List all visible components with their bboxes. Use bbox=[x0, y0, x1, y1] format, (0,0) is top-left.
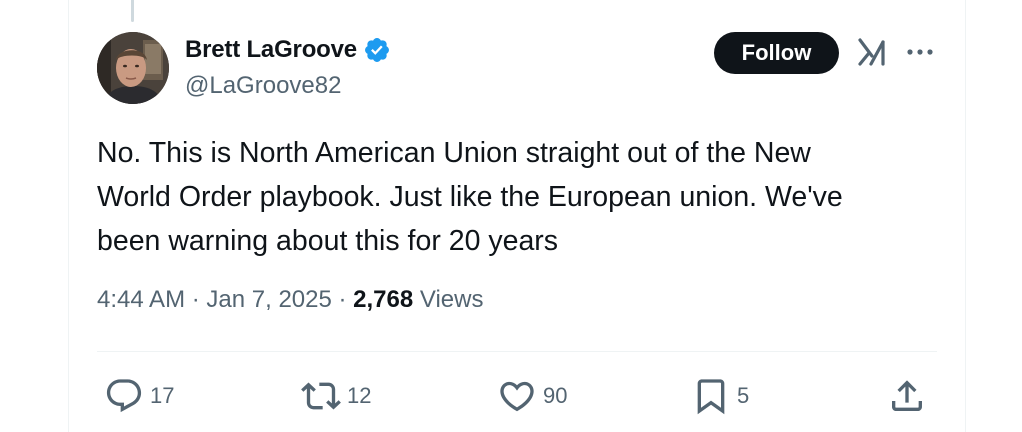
retweet-icon bbox=[301, 382, 341, 410]
timeline-border-left bbox=[68, 0, 69, 432]
reply-icon bbox=[106, 379, 142, 413]
reply-button[interactable]: 17 bbox=[104, 372, 174, 420]
views-count[interactable]: 2,768 bbox=[353, 286, 413, 314]
action-bar: 17 12 90 5 bbox=[0, 372, 1022, 420]
tweet-meta: 4:44 AM · Jan 7, 2025 · 2,768 Views bbox=[97, 286, 483, 314]
author-handle[interactable]: @LaGroove82 bbox=[185, 72, 341, 100]
retweet-button[interactable]: 12 bbox=[301, 372, 371, 420]
heart-icon bbox=[500, 381, 534, 412]
views-label[interactable]: Views bbox=[413, 286, 484, 314]
grok-icon[interactable] bbox=[856, 36, 888, 68]
bookmark-icon bbox=[697, 379, 725, 415]
verified-badge-icon[interactable] bbox=[363, 36, 391, 64]
like-button[interactable]: 90 bbox=[497, 372, 567, 420]
more-icon[interactable] bbox=[905, 42, 935, 62]
timeline-border-right bbox=[965, 0, 966, 432]
share-icon bbox=[892, 380, 922, 411]
like-count: 90 bbox=[543, 383, 568, 408]
follow-button[interactable]: Follow bbox=[714, 32, 839, 74]
divider bbox=[97, 351, 937, 352]
avatar[interactable] bbox=[97, 32, 169, 104]
tweet-time[interactable]: 4:44 AM bbox=[97, 286, 185, 314]
tweet-text: No. This is North American Union straigh… bbox=[97, 137, 843, 257]
author-name-row[interactable]: Brett LaGroove bbox=[185, 34, 391, 66]
bookmark-button[interactable]: 5 bbox=[691, 372, 749, 420]
avatar-image bbox=[97, 32, 169, 104]
bookmark-count: 5 bbox=[737, 383, 750, 408]
tweet-date[interactable]: Jan 7, 2025 bbox=[206, 286, 331, 314]
meta-separator: · bbox=[185, 286, 207, 313]
display-name[interactable]: Brett LaGroove bbox=[185, 36, 357, 64]
share-button[interactable] bbox=[887, 372, 927, 420]
reply-count: 17 bbox=[150, 383, 175, 408]
meta-separator: · bbox=[331, 286, 354, 313]
thread-connector-line bbox=[131, 0, 134, 22]
retweet-count: 12 bbox=[347, 383, 372, 408]
